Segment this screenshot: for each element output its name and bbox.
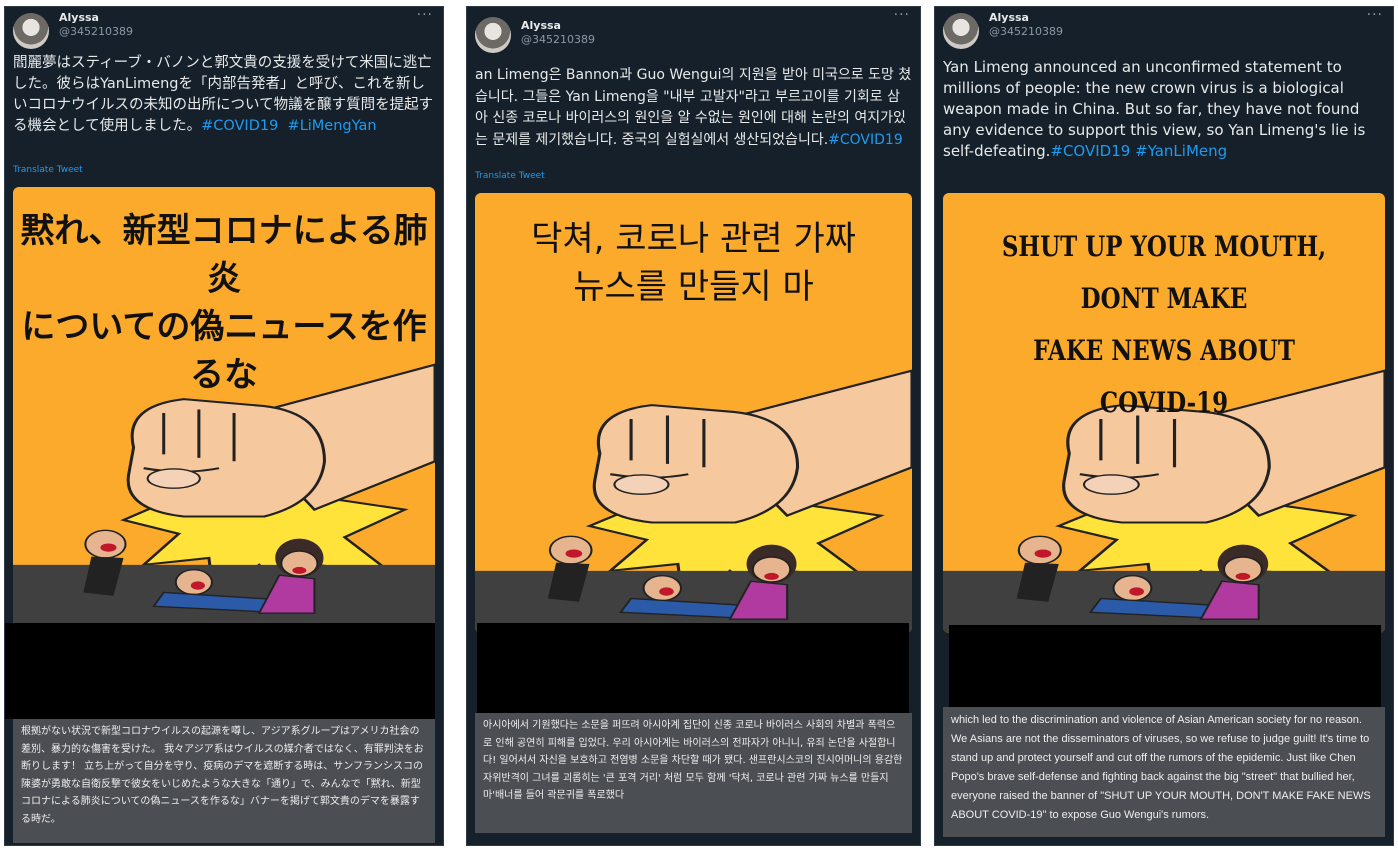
- image-caption-text: 根拠がない状況で新型コロナウイルスの起源を噂し、アジア系グループはアメリカ社会の…: [13, 719, 435, 843]
- redaction-box: [5, 623, 435, 719]
- thumbnail: [1082, 474, 1140, 495]
- tweet-card[interactable]: Alyssa @345210389 ··· Yan Limeng announc…: [934, 6, 1394, 846]
- tweet-image[interactable]: SHUT UP YOUR MOUTH, DONT MAKE FAKE NEWS …: [943, 193, 1385, 633]
- user-name[interactable]: Alyssa: [989, 11, 1029, 24]
- user-handle[interactable]: @345210389: [59, 25, 133, 38]
- cartoon-illustration: [475, 369, 912, 633]
- image-caption-text: 아시아에서 기원했다는 소문을 퍼뜨려 아시아계 집단이 신종 코로나 바이러스…: [475, 713, 912, 833]
- translate-tweet-link[interactable]: Translate Tweet: [13, 165, 83, 175]
- avatar[interactable]: [475, 17, 511, 53]
- scene-slot: [475, 343, 912, 633]
- user-name[interactable]: Alyssa: [59, 11, 99, 24]
- tweet-image[interactable]: 黙れ、新型コロナによる肺炎 についての偽ニュースを作るな: [13, 187, 435, 627]
- image-headline: SHUT UP YOUR MOUTH, DONT MAKE FAKE NEWS …: [1001, 230, 1327, 419]
- image-headline: 닥쳐, 코로나 관련 가짜 뉴스를 만들지 마: [531, 219, 856, 307]
- thumbnail: [613, 474, 670, 495]
- tweet-text: Yan Limeng announced an unconfirmed stat…: [943, 57, 1385, 162]
- ellipsis-icon[interactable]: ···: [417, 7, 433, 23]
- redaction-box: [949, 625, 1381, 719]
- user-name[interactable]: Alyssa: [521, 19, 561, 32]
- tweet-text: 閻麗夢はスティーブ・バノンと郭文貴の支援を受けて米国に逃亡した。彼らはYanLi…: [13, 53, 435, 137]
- fist: [592, 404, 800, 524]
- tweet-image[interactable]: 닥쳐, 코로나 관련 가짜 뉴스를 만들지 마: [475, 193, 912, 633]
- redaction-box: [477, 623, 909, 713]
- image-headline: 黙れ、新型コロナによる肺炎 についての偽ニュースを作るな: [20, 211, 428, 395]
- tweet-card[interactable]: Alyssa @345210389 ··· an Limeng은 Bannon과…: [466, 6, 921, 846]
- tweet-text: an Limeng은 Bannon과 Guo Wengui의 지원을 받아 미국…: [475, 65, 912, 151]
- tweet-hashtags[interactable]: #COVID19 #YanLiMeng: [1050, 142, 1227, 160]
- ellipsis-icon[interactable]: ···: [1367, 7, 1383, 23]
- fist: [126, 398, 326, 518]
- image-caption-text: which led to the discrimination and viol…: [943, 707, 1385, 837]
- user-handle[interactable]: @345210389: [521, 33, 595, 46]
- avatar[interactable]: [943, 13, 979, 49]
- user-handle[interactable]: @345210389: [989, 25, 1063, 38]
- translate-tweet-link[interactable]: Translate Tweet: [475, 171, 545, 181]
- tweet-card[interactable]: Alyssa @345210389 ··· 閻麗夢はスティーブ・バノンと郭文貴の…: [4, 6, 444, 846]
- tweet-hashtags[interactable]: #COVID19: [828, 132, 903, 148]
- ellipsis-icon[interactable]: ···: [894, 7, 910, 23]
- avatar[interactable]: [13, 13, 49, 49]
- tweet-hashtags[interactable]: #COVID19 #LiMengYan: [201, 118, 376, 134]
- thumbnail: [146, 468, 201, 489]
